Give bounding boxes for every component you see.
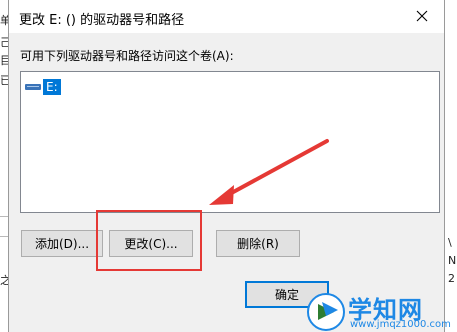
change-drive-letter-dialog: 更改 E: () 的驱动器号和路径 可用下列驱动器号和路径访问这个卷(A): E… <box>8 0 445 332</box>
background-text: 目 <box>0 54 8 67</box>
list-item-label: E: <box>43 79 61 95</box>
add-button[interactable]: 添加(D)... <box>21 230 103 257</box>
background-text: 之 <box>0 274 8 287</box>
background-divider <box>0 216 8 217</box>
background-text: 已 <box>0 74 8 87</box>
background-window-right: \ N 2 <box>447 0 457 332</box>
background-text: \ <box>448 236 452 249</box>
background-window-left: 单 己 目 已 之 <box>0 0 8 332</box>
list-item[interactable]: E: <box>25 79 61 95</box>
background-divider <box>0 236 8 237</box>
remove-button[interactable]: 删除(R) <box>216 230 300 257</box>
close-button[interactable] <box>402 0 442 32</box>
ok-button[interactable]: 确定 <box>245 281 329 308</box>
listbox-prompt: 可用下列驱动器号和路径访问这个卷(A): <box>20 49 234 63</box>
drive-icon <box>25 83 41 91</box>
dialog-title: 更改 E: () 的驱动器号和路径 <box>19 13 185 28</box>
change-button[interactable]: 更改(C)... <box>109 230 193 257</box>
background-text: N <box>448 254 457 267</box>
background-text: 单 <box>0 14 8 27</box>
title-bar: 更改 E: () 的驱动器号和路径 <box>9 0 444 33</box>
drive-path-listbox[interactable]: E: <box>20 71 440 213</box>
background-text: 己 <box>0 36 8 49</box>
background-text: 2 <box>448 272 455 285</box>
close-icon <box>416 10 428 22</box>
